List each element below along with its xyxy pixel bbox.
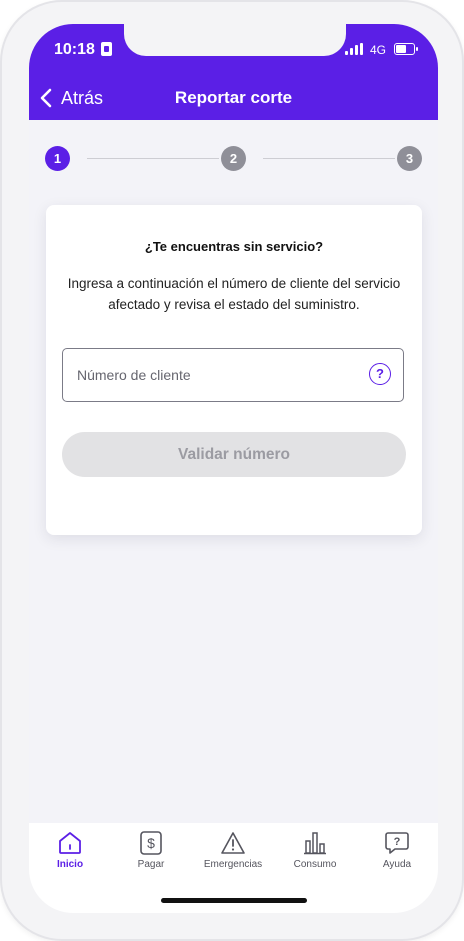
home-indicator <box>161 898 307 903</box>
step-2: 2 <box>221 146 246 171</box>
tab-consumo[interactable]: Consumo <box>275 831 355 870</box>
tab-inicio[interactable]: Inicio <box>30 831 110 870</box>
client-number-field: ? <box>62 348 404 402</box>
network-type: 4G <box>370 43 387 57</box>
app-screen: 10:18 4G Atrás Reportar corte 1 2 3 ¿Te … <box>29 24 438 913</box>
notch <box>124 24 346 56</box>
client-number-card: ¿Te encuentras sin servicio? Ingresa a c… <box>46 205 422 535</box>
tab-label: Pagar <box>137 859 165 870</box>
help-chat-icon: ? <box>385 832 409 854</box>
stepper: 1 2 3 <box>45 146 423 172</box>
step-1: 1 <box>45 146 70 171</box>
step-connector <box>263 158 395 159</box>
card-title: ¿Te encuentras sin servicio? <box>144 239 324 254</box>
tab-label: Emergencias <box>203 859 263 870</box>
tab-label: Consumo <box>293 859 337 870</box>
header: 10:18 4G Atrás Reportar corte <box>29 24 438 120</box>
signal-icon <box>345 43 367 55</box>
tab-label: Inicio <box>56 859 84 870</box>
status-bar: 10:18 4G <box>29 24 438 72</box>
battery-icon <box>394 43 418 55</box>
bottom-tab-bar: Inicio $ Pagar Emergencias Consumo ? Ayu… <box>29 823 438 913</box>
dollar-icon: $ <box>140 831 162 855</box>
sim-card-icon <box>101 42 112 56</box>
client-number-input[interactable] <box>63 349 367 401</box>
validate-number-button[interactable]: Validar número <box>62 432 406 477</box>
svg-text:$: $ <box>147 835 155 851</box>
help-icon[interactable]: ? <box>369 363 391 385</box>
step-3: 3 <box>397 146 422 171</box>
phone-frame: 10:18 4G Atrás Reportar corte 1 2 3 ¿Te … <box>0 0 464 941</box>
tab-emergencias[interactable]: Emergencias <box>193 831 273 870</box>
step-connector <box>87 158 219 159</box>
page-title: Reportar corte <box>174 88 293 107</box>
home-icon <box>59 832 81 854</box>
bar-chart-icon <box>304 832 326 855</box>
svg-text:?: ? <box>394 836 401 848</box>
card-description: Ingresa a continuación el número de clie… <box>67 276 401 312</box>
status-time: 10:18 <box>54 41 95 58</box>
tab-label: Ayuda <box>382 859 412 870</box>
warning-icon <box>221 832 245 854</box>
tab-pagar[interactable]: $ Pagar <box>111 831 191 870</box>
tab-ayuda[interactable]: ? Ayuda <box>357 831 437 870</box>
